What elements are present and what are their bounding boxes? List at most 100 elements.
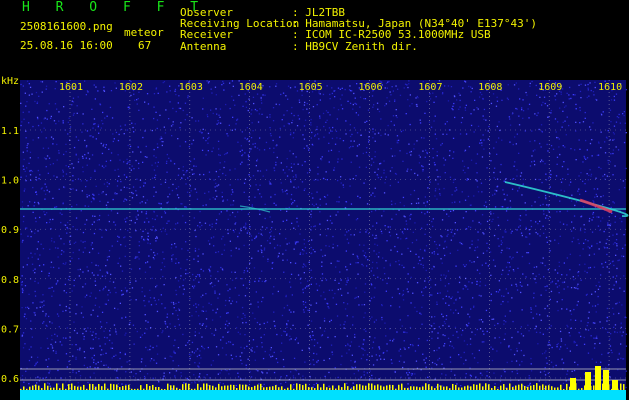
noise-dot: [197, 304, 200, 306]
noise-dot: [100, 326, 103, 328]
noise-dot: [54, 206, 56, 208]
level-spike: [212, 385, 214, 390]
noise-dot: [577, 275, 579, 277]
noise-dot: [441, 363, 443, 365]
noise-dot: [509, 124, 512, 126]
noise-dot: [346, 281, 348, 283]
noise-dot: [549, 173, 551, 175]
noise-dot: [108, 148, 110, 150]
noise-dot: [132, 186, 135, 188]
noise-dot: [622, 255, 625, 258]
noise-dot: [86, 130, 89, 132]
noise-dot: [80, 180, 82, 182]
noise-dot: [91, 348, 93, 350]
noise-dot: [534, 149, 536, 151]
noise-dot: [471, 240, 473, 242]
noise-dot: [267, 258, 269, 260]
noise-dot: [366, 265, 368, 267]
noise-dot: [438, 188, 441, 190]
noise-dot: [21, 201, 24, 203]
noise-dot: [360, 357, 363, 360]
noise-dot: [139, 370, 141, 372]
noise-dot: [51, 237, 53, 240]
noise-dot: [299, 252, 302, 254]
noise-dot: [223, 89, 225, 91]
noise-dot: [202, 323, 204, 325]
noise-dot: [29, 157, 31, 159]
noise-dot: [240, 359, 242, 361]
noise-dot: [367, 109, 370, 111]
noise-dot: [29, 174, 32, 176]
noise-dot: [528, 375, 530, 377]
noise-dot: [44, 198, 46, 200]
noise-dot: [349, 124, 351, 126]
noise-dot: [88, 158, 91, 160]
noise-dot: [358, 244, 361, 246]
noise-dot: [578, 264, 581, 266]
noise-dot: [580, 172, 582, 174]
noise-dot: [220, 266, 222, 269]
noise-dot: [445, 374, 447, 376]
noise-dot: [271, 262, 273, 264]
noise-dot: [297, 163, 299, 165]
noise-dot: [105, 144, 107, 146]
noise-dot: [103, 143, 105, 146]
noise-dot: [135, 299, 137, 301]
noise-dot: [78, 258, 80, 260]
noise-dot: [557, 242, 560, 245]
noise-dot: [301, 164, 303, 166]
noise-dot: [207, 150, 209, 152]
noise-dot: [47, 347, 49, 349]
noise-dot: [589, 247, 591, 249]
noise-dot: [395, 109, 397, 111]
noise-dot: [480, 139, 482, 141]
noise-dot: [374, 337, 376, 339]
noise-dot: [564, 120, 566, 122]
noise-dot: [30, 252, 32, 254]
noise-dot: [62, 203, 64, 205]
noise-dot: [155, 87, 158, 89]
noise-dot: [317, 173, 319, 175]
noise-dot: [549, 298, 551, 301]
noise-dot: [46, 118, 48, 120]
noise-dot: [63, 224, 65, 226]
level-spike: [128, 384, 130, 390]
noise-dot: [433, 350, 435, 352]
noise-dot: [198, 380, 200, 383]
noise-dot: [579, 90, 582, 93]
x-tick-label: 1601: [59, 82, 83, 93]
noise-dot: [270, 135, 272, 137]
noise-dot: [402, 129, 404, 132]
noise-dot: [27, 235, 29, 237]
noise-dot: [595, 177, 597, 179]
noise-dot: [261, 342, 263, 344]
noise-dot: [259, 323, 261, 326]
noise-dot: [86, 196, 88, 198]
level-spike: [236, 388, 238, 390]
noise-dot: [92, 127, 94, 129]
noise-dot: [297, 241, 299, 243]
noise-dot: [378, 346, 380, 348]
noise-dot: [261, 385, 263, 388]
noise-dot: [546, 305, 549, 307]
noise-dot: [86, 194, 88, 196]
noise-dot: [284, 331, 286, 333]
noise-dot: [87, 205, 90, 207]
noise-dot: [587, 87, 589, 89]
noise-dot: [293, 163, 295, 165]
noise-dot: [331, 137, 334, 140]
noise-dot: [289, 335, 291, 337]
noise-dot: [573, 287, 576, 289]
noise-dot: [43, 264, 45, 266]
noise-dot: [327, 336, 329, 339]
noise-dot: [205, 204, 207, 206]
noise-dot: [496, 186, 498, 188]
noise-dot: [55, 350, 57, 353]
noise-dot: [520, 172, 523, 174]
noise-dot: [21, 275, 23, 277]
noise-dot: [178, 324, 181, 326]
noise-dot: [145, 145, 147, 148]
noise-dot: [427, 187, 429, 189]
noise-dot: [616, 267, 618, 270]
noise-dot: [591, 293, 593, 295]
